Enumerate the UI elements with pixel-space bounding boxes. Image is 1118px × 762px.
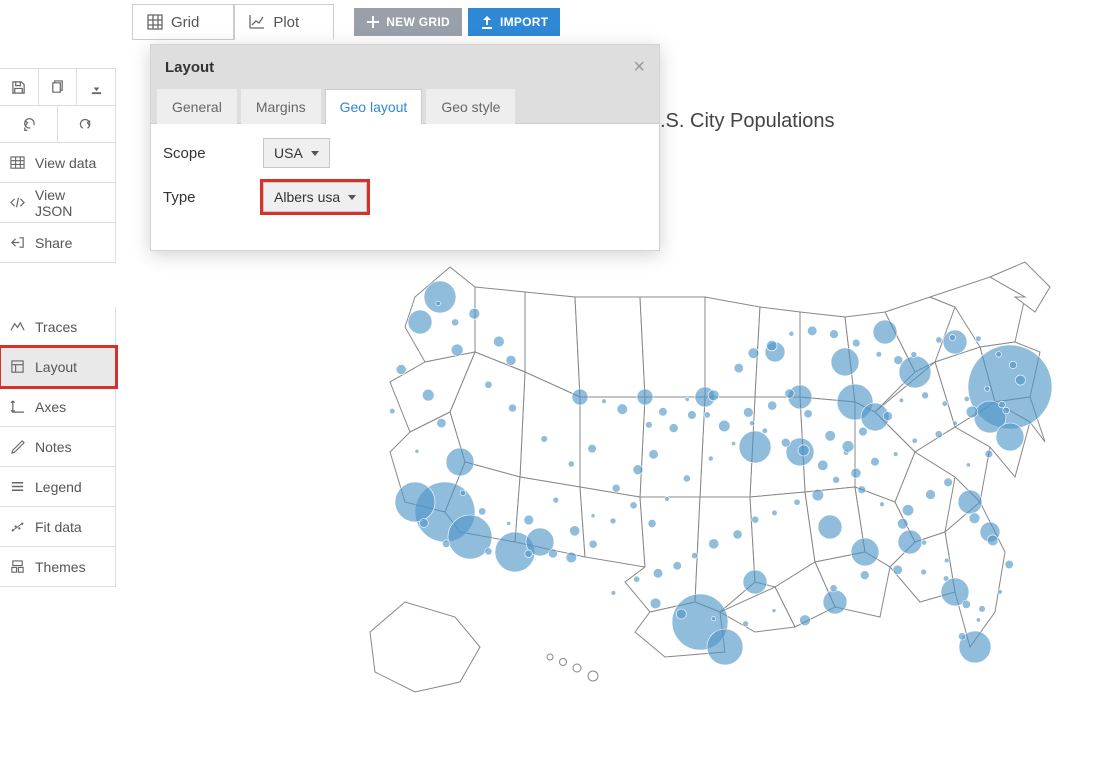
sidebar-label: View data bbox=[35, 155, 96, 171]
sidebar-item-traces[interactable]: Traces bbox=[0, 307, 116, 347]
layout-panel: Layout × General Margins Geo layout Geo … bbox=[150, 44, 660, 251]
chevron-down-icon bbox=[311, 151, 319, 156]
sidebar-label: View JSON bbox=[35, 187, 105, 219]
redo-icon bbox=[79, 117, 94, 132]
panel-tab-geostyle[interactable]: Geo style bbox=[426, 89, 515, 124]
chart-title: .S. City Populations bbox=[660, 110, 835, 133]
plot-icon bbox=[249, 14, 265, 30]
close-icon[interactable]: × bbox=[633, 57, 645, 77]
panel-tab-general[interactable]: General bbox=[157, 89, 237, 124]
type-label: Type bbox=[163, 189, 263, 206]
sidebar-item-viewdata[interactable]: View data bbox=[0, 143, 116, 183]
sidebar-item-legend[interactable]: Legend bbox=[0, 467, 116, 507]
new-grid-button[interactable]: NEW GRID bbox=[354, 8, 462, 36]
scope-select[interactable]: USA bbox=[263, 138, 330, 168]
sidebar-label: Axes bbox=[35, 399, 66, 415]
redo-button[interactable] bbox=[58, 106, 115, 142]
sidebar-label: Themes bbox=[35, 559, 86, 575]
new-grid-label: NEW GRID bbox=[386, 15, 450, 29]
sidebar-item-notes[interactable]: Notes bbox=[0, 427, 116, 467]
grid-icon bbox=[147, 14, 163, 30]
copy-icon bbox=[50, 80, 65, 95]
tab-plot-label: Plot bbox=[273, 14, 299, 31]
tab-plot[interactable]: Plot bbox=[234, 4, 334, 40]
download-button[interactable] bbox=[77, 69, 115, 105]
sidebar-item-layout[interactable]: Layout bbox=[0, 347, 116, 387]
fitdata-icon bbox=[10, 519, 25, 534]
share-icon bbox=[10, 235, 25, 250]
traces-icon bbox=[10, 319, 25, 334]
sidebar-item-axes[interactable]: Axes bbox=[0, 387, 116, 427]
upload-icon bbox=[480, 15, 494, 29]
tab-grid-label: Grid bbox=[171, 14, 199, 31]
type-value: Albers usa bbox=[274, 189, 340, 205]
sidebar-label: Share bbox=[35, 235, 72, 251]
tab-grid[interactable]: Grid bbox=[132, 4, 234, 40]
scope-value: USA bbox=[274, 145, 303, 161]
sidebar: View data View JSON Share Traces Layout … bbox=[0, 68, 116, 587]
sidebar-item-themes[interactable]: Themes bbox=[0, 547, 116, 587]
notes-icon bbox=[10, 439, 25, 454]
plus-icon bbox=[366, 15, 380, 29]
save-button[interactable] bbox=[0, 69, 39, 105]
sidebar-label: Fit data bbox=[35, 519, 82, 535]
panel-tab-geolayout[interactable]: Geo layout bbox=[325, 89, 423, 124]
sidebar-item-share[interactable]: Share bbox=[0, 223, 116, 263]
copy-button[interactable] bbox=[39, 69, 78, 105]
sidebar-label: Notes bbox=[35, 439, 72, 455]
panel-title: Layout bbox=[165, 59, 214, 76]
undo-button[interactable] bbox=[0, 106, 58, 142]
themes-icon bbox=[10, 559, 25, 574]
sidebar-item-fitdata[interactable]: Fit data bbox=[0, 507, 116, 547]
import-button[interactable]: IMPORT bbox=[468, 8, 560, 36]
sidebar-label: Traces bbox=[35, 319, 77, 335]
panel-tab-margins[interactable]: Margins bbox=[241, 89, 321, 124]
scope-label: Scope bbox=[163, 145, 263, 162]
sidebar-label: Legend bbox=[35, 479, 82, 495]
layout-icon bbox=[10, 359, 25, 374]
grid-icon bbox=[10, 155, 25, 170]
download-icon bbox=[89, 80, 104, 95]
us-map[interactable] bbox=[355, 252, 1055, 722]
type-select[interactable]: Albers usa bbox=[263, 182, 367, 212]
code-icon bbox=[10, 195, 25, 210]
save-icon bbox=[11, 80, 26, 95]
import-label: IMPORT bbox=[500, 15, 548, 29]
axes-icon bbox=[10, 399, 25, 414]
sidebar-label: Layout bbox=[35, 359, 77, 375]
sidebar-item-viewjson[interactable]: View JSON bbox=[0, 183, 116, 223]
legend-icon bbox=[10, 479, 25, 494]
undo-icon bbox=[21, 117, 36, 132]
chevron-down-icon bbox=[348, 195, 356, 200]
